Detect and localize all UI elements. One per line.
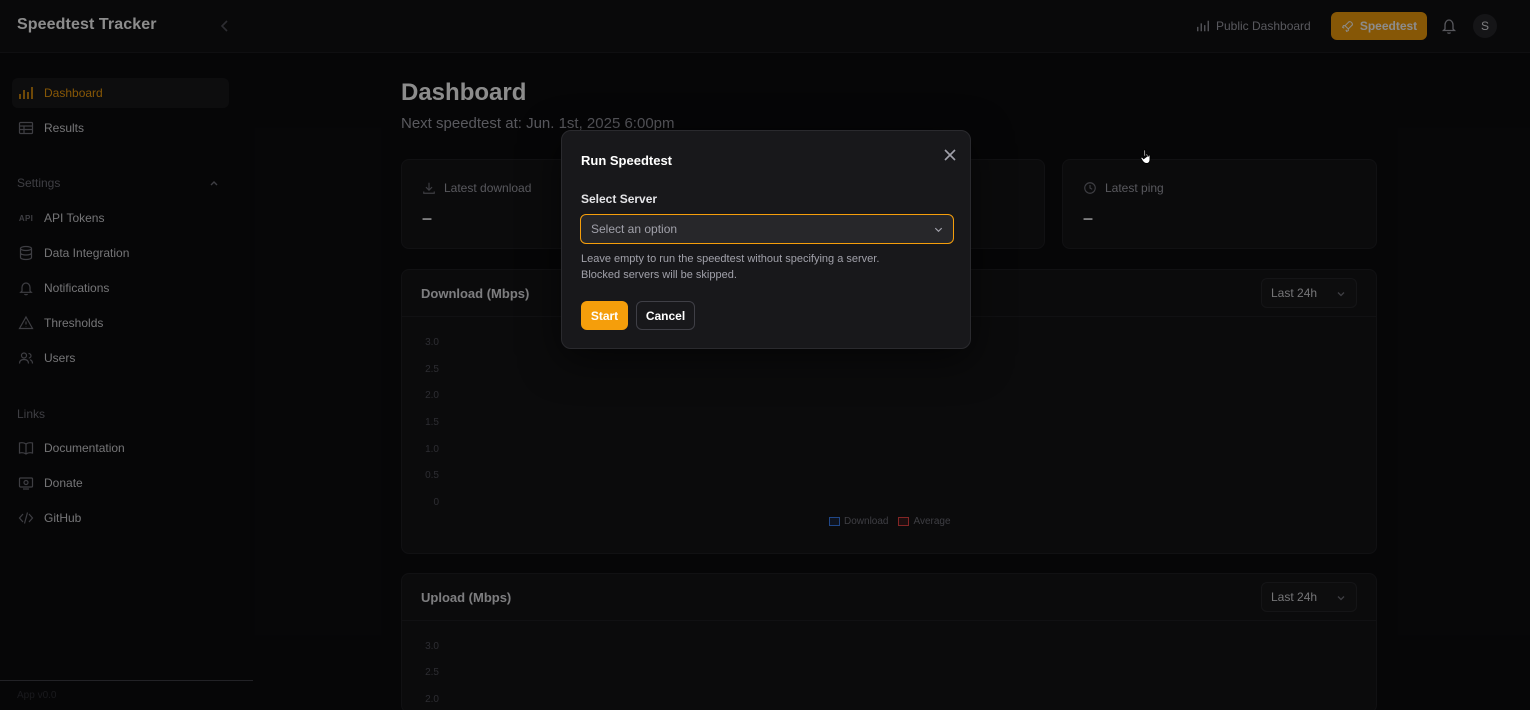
chevron-down-icon — [934, 227, 943, 233]
hand-cursor-icon — [1140, 148, 1154, 166]
modal-title: Run Speedtest — [581, 153, 673, 168]
helper-line: Leave empty to run the speedtest without… — [581, 253, 880, 265]
modal-overlay[interactable] — [0, 0, 1530, 710]
select-server-label: Select Server — [581, 192, 658, 206]
helper-line: Blocked servers will be skipped. — [581, 269, 737, 281]
close-icon[interactable] — [942, 147, 958, 163]
server-helper-text: Leave empty to run the speedtest without… — [581, 251, 941, 283]
cancel-button[interactable]: Cancel — [636, 301, 695, 330]
server-select[interactable]: Select an option — [580, 214, 954, 244]
run-speedtest-modal: Run Speedtest Select Server Select an op… — [561, 130, 971, 349]
start-button[interactable]: Start — [581, 301, 628, 330]
server-select-placeholder: Select an option — [591, 222, 678, 236]
